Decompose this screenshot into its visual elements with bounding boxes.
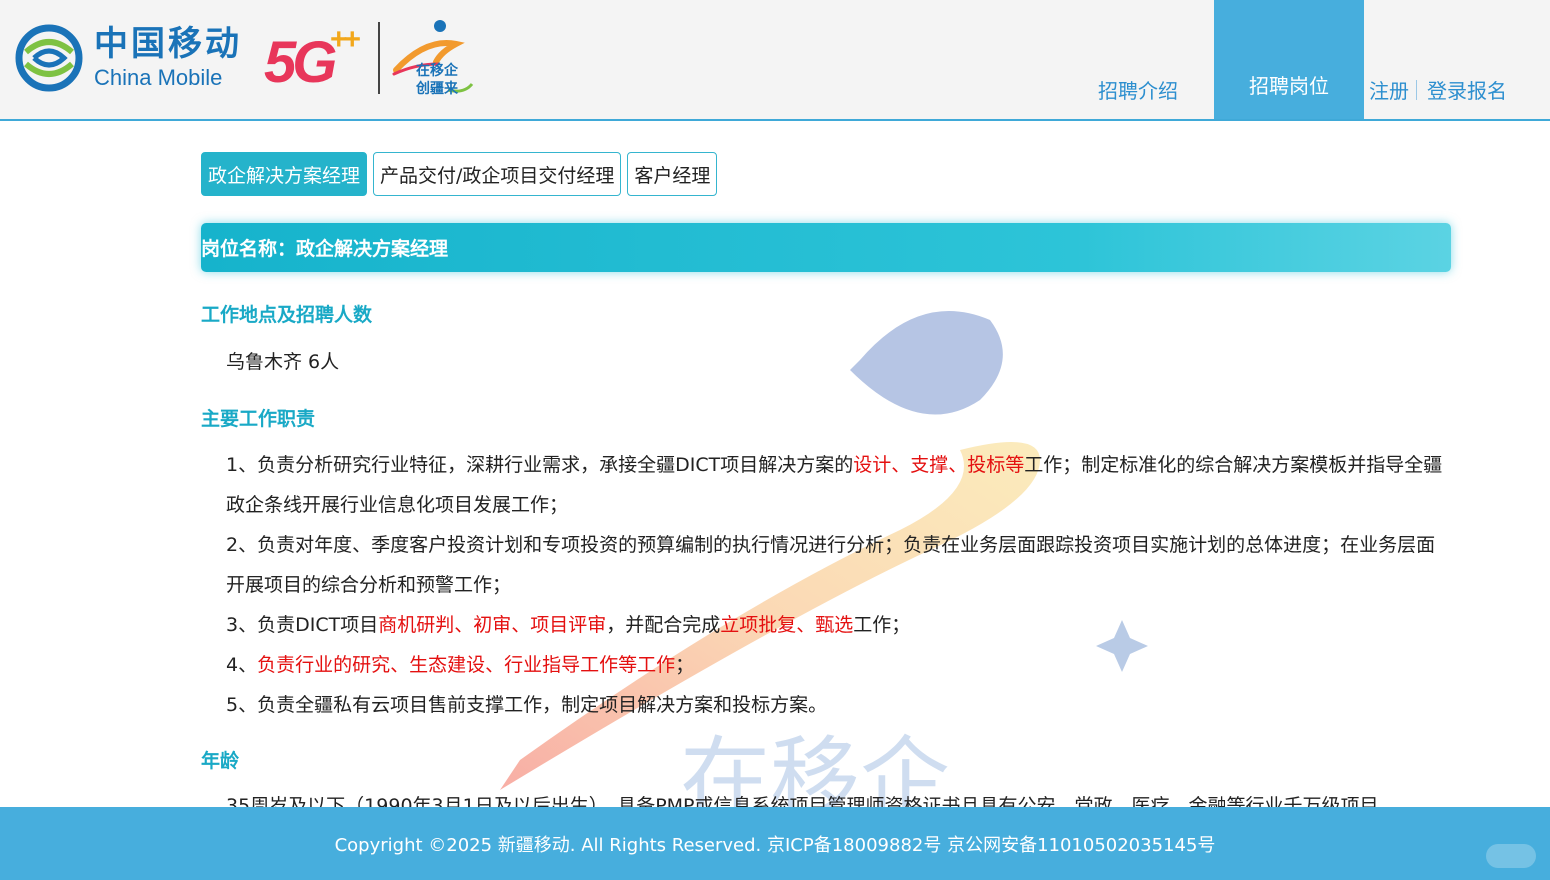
brand-name-en: China Mobile	[94, 65, 223, 90]
footer-copyright: Copyright ©2025 新疆移动. All Rights Reserve…	[334, 834, 1216, 856]
tab-account-manager[interactable]: 客户经理	[627, 152, 718, 196]
duty-3-highlight-2: 立项批复、甄选	[720, 614, 854, 636]
china-mobile-logo-icon	[15, 24, 83, 92]
location-value: 乌鲁木齐 6人	[226, 351, 340, 373]
location-heading: 工作地点及招聘人数	[201, 304, 373, 326]
tab-delivery-manager[interactable]: 产品交付/政企项目交付经理	[373, 152, 622, 196]
5g-logo: 5G ++	[264, 23, 374, 95]
nav-recruit-jobs[interactable]: 招聘岗位	[1214, 0, 1364, 119]
site-footer: Copyright ©2025 新疆移动. All Rights Reserve…	[0, 807, 1550, 880]
nav-register[interactable]: 注册	[1369, 75, 1409, 104]
duty-item-5: 5、负责全疆私有云项目售前支撑工作，制定项目解决方案和投标方案。	[226, 694, 828, 716]
5g-text: 5G	[264, 30, 337, 95]
duty-item-1: 1、负责分析研究行业特征，深耕行业需求，承接全疆DICT项目解决方案的设计、支撑…	[226, 454, 1443, 516]
nav-recruit-jobs-label: 招聘岗位	[1249, 74, 1329, 98]
slogan-logo: 在移企 创疆来	[386, 18, 478, 98]
watermark-badge	[1486, 844, 1536, 868]
duty-4-highlight: 负责行业的研究、生态建设、行业指导工作等工作	[257, 654, 676, 676]
duties-list: 1、负责分析研究行业特征，深耕行业需求，承接全疆DICT项目解决方案的设计、支撑…	[226, 445, 1451, 725]
age-heading: 年龄	[201, 750, 240, 772]
brand-name-cn: 中国移动	[94, 24, 242, 64]
duty-item-2: 2、负责对年度、季度客户投资计划和专项投资的预算编制的执行情况进行分析；负责在业…	[226, 534, 1436, 596]
duty-item-4: 4、负责行业的研究、生态建设、行业指导工作等工作；	[226, 654, 695, 676]
tab-solution-manager[interactable]: 政企解决方案经理	[201, 152, 368, 196]
site-header: 中国移动 China Mobile 5G ++ 在移企 创疆来 招聘介绍 招聘岗…	[0, 0, 1550, 121]
nav-login-apply[interactable]: 登录报名	[1427, 75, 1507, 104]
slogan-line-1: 在移企	[416, 63, 458, 79]
slogan-line-2: 创疆来	[416, 81, 458, 97]
duties-heading: 主要工作职责	[201, 408, 316, 430]
nav-divider	[1416, 80, 1417, 100]
duty-item-3: 3、负责DICT项目商机研判、初审、项目评审，并配合完成立项批复、甄选工作；	[226, 614, 911, 636]
5g-plus: ++	[330, 23, 361, 56]
position-title-bar: 岗位名称：政企解决方案经理	[201, 223, 1451, 272]
nav-recruit-intro[interactable]: 招聘介绍	[1098, 75, 1178, 104]
position-tabs: 政企解决方案经理 产品交付/政企项目交付经理 客户经理	[201, 152, 718, 196]
duty-3-highlight-1: 商机研判、初审、项目评审	[378, 614, 607, 636]
logo-divider	[378, 22, 380, 94]
logo-area[interactable]: 中国移动 China Mobile 5G ++ 在移企 创疆来	[14, 18, 478, 98]
duty-1-highlight: 设计、支撑、投标等	[853, 454, 1025, 476]
